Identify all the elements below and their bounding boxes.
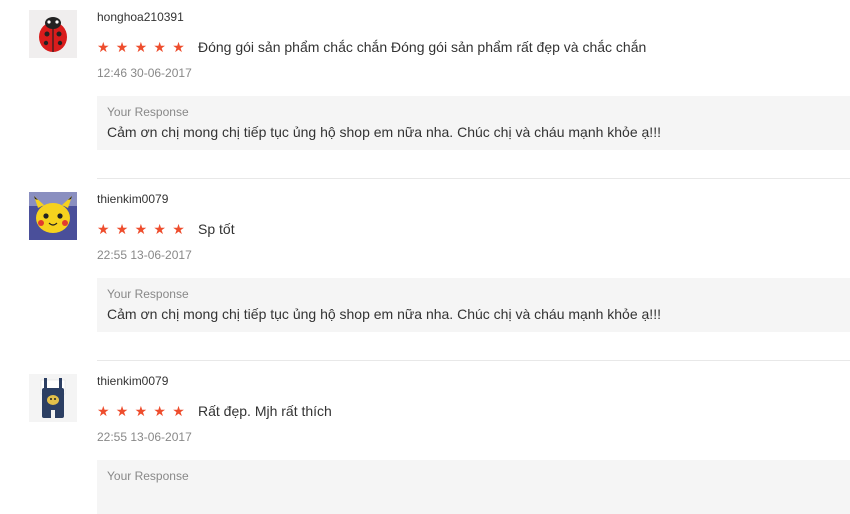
response-title: Your Response	[107, 105, 189, 119]
response-text: Cảm ơn chị mong chị tiếp tục ủng hộ shop…	[107, 124, 661, 140]
star-icon: ★	[115, 403, 129, 419]
user-avatar[interactable]	[29, 10, 77, 58]
seller-response: Your Response Cảm ơn chị mong chị tiếp t…	[97, 278, 850, 332]
ladybug-avatar-icon	[29, 10, 77, 58]
pikachu-avatar-icon	[29, 192, 77, 240]
seller-response: Your Response Cảm ơn chị mong chị tiếp t…	[97, 96, 850, 150]
review-comment: Sp tốt	[198, 221, 235, 237]
star-icon: ★	[153, 403, 166, 419]
star-icon: ★	[172, 221, 185, 237]
response-text: Cảm ơn chị mong chị tiếp tục ủng hộ shop…	[107, 306, 661, 322]
response-title: Your Response	[107, 469, 189, 483]
response-title: Your Response	[107, 287, 189, 301]
review-username[interactable]: thienkim0079	[97, 374, 850, 388]
review-timestamp: 12:46 30-06-2017	[97, 66, 192, 80]
star-icon: ★	[134, 403, 148, 419]
rating-stars: ★ ★ ★ ★ ★	[97, 402, 191, 420]
rating-stars: ★ ★ ★ ★ ★	[97, 38, 191, 56]
star-icon: ★	[97, 39, 110, 55]
review-username[interactable]: thienkim0079	[97, 192, 850, 206]
star-icon: ★	[153, 39, 166, 55]
review-timestamp: 22:55 13-06-2017	[97, 248, 192, 262]
star-icon: ★	[115, 39, 129, 55]
user-avatar[interactable]	[29, 192, 77, 240]
review-comment: Đóng gói sản phẩm chắc chắn Đóng gói sản…	[198, 39, 647, 55]
review-comment: Rất đẹp. Mjh rất thích	[198, 403, 332, 419]
star-icon: ★	[115, 221, 129, 237]
star-icon: ★	[134, 39, 148, 55]
seller-response: Your Response	[97, 460, 850, 514]
review-timestamp: 22:55 13-06-2017	[97, 430, 192, 444]
rating-stars: ★ ★ ★ ★ ★	[97, 220, 191, 238]
star-icon: ★	[153, 221, 166, 237]
user-avatar[interactable]	[29, 374, 77, 422]
star-icon: ★	[172, 39, 185, 55]
review-divider	[97, 360, 850, 361]
review-username[interactable]: honghoa210391	[97, 10, 850, 24]
review-divider	[97, 178, 850, 179]
overalls-avatar-icon	[29, 374, 77, 422]
star-icon: ★	[134, 221, 148, 237]
star-icon: ★	[97, 403, 110, 419]
star-icon: ★	[172, 403, 185, 419]
star-icon: ★	[97, 221, 110, 237]
